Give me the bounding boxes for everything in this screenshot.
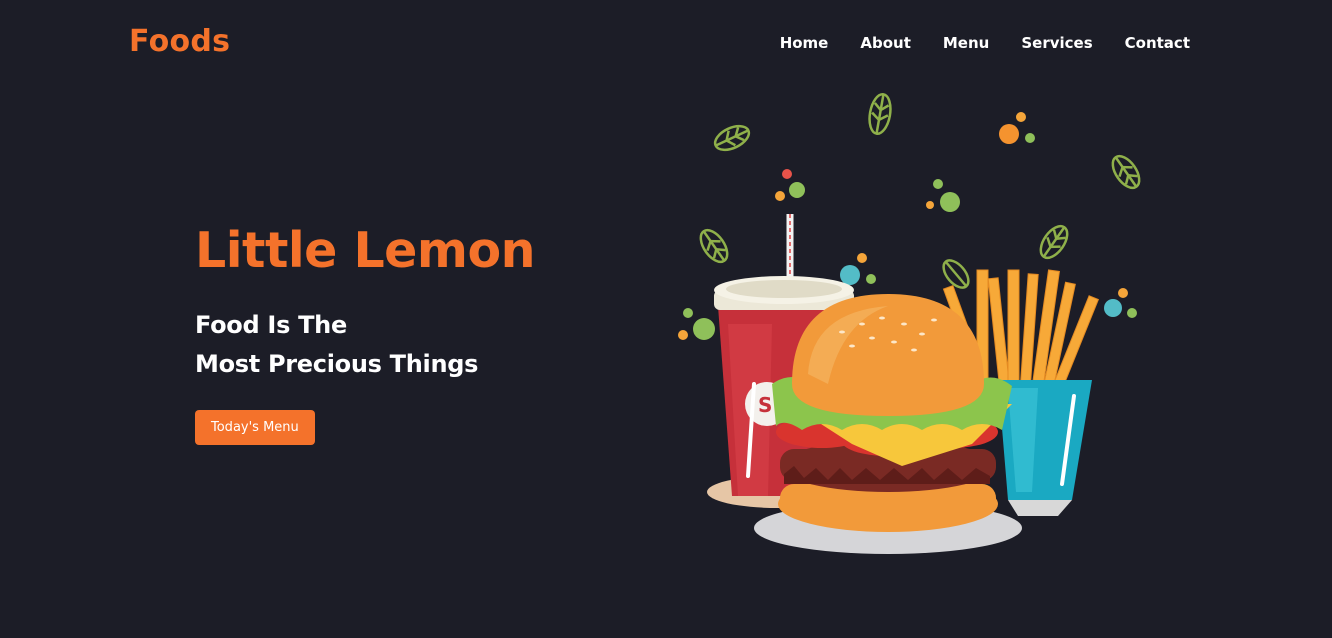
nav-link-about[interactable]: About xyxy=(860,34,911,52)
hero-food-illustration: S xyxy=(672,84,1152,564)
todays-menu-button[interactable]: Today's Menu xyxy=(195,410,315,445)
site-logo[interactable]: Foods xyxy=(129,24,230,59)
hero-subtitle-line-1: Food Is The xyxy=(195,311,347,339)
nav-links: Home About Menu Services Contact xyxy=(780,34,1190,52)
nav-link-menu[interactable]: Menu xyxy=(943,34,989,52)
hero-title: Little Lemon xyxy=(195,222,536,279)
navbar: Foods Home About Menu Services Contact xyxy=(0,0,1332,86)
hero-subtitle-line-2: Most Precious Things xyxy=(195,350,479,378)
nav-link-home[interactable]: Home xyxy=(780,34,829,52)
hero-subtitle: Food Is The Most Precious Things xyxy=(195,306,535,384)
nav-link-services[interactable]: Services xyxy=(1021,34,1092,52)
food-illustration: S xyxy=(678,92,1141,554)
svg-text:S: S xyxy=(758,393,772,417)
hero-section: Little Lemon Food Is The Most Precious T… xyxy=(195,222,536,445)
nav-link-contact[interactable]: Contact xyxy=(1125,34,1190,52)
